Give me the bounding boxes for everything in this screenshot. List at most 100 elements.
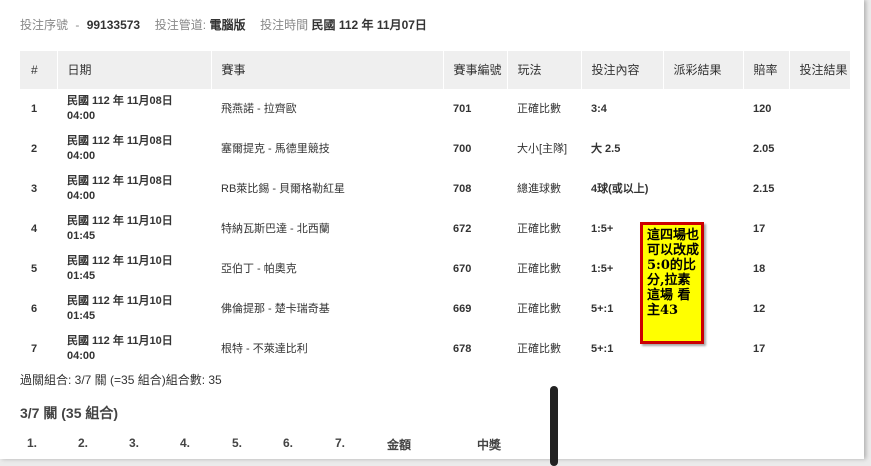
- row-number: 4: [31, 222, 38, 235]
- row-match-code: 678: [453, 342, 472, 355]
- yellow-annotation-note: 這四場也可以改成5:0的比分,拉素這場 看主43: [640, 222, 704, 344]
- scroll-drag-handle[interactable]: [550, 386, 558, 466]
- combo-col-2: 2.: [78, 436, 89, 450]
- row-match-code: 708: [453, 182, 472, 195]
- row-result: [789, 249, 850, 289]
- row-match-code: 700: [453, 142, 472, 155]
- combo-col-7: 7.: [335, 436, 346, 450]
- row-match: 特納瓦斯巴達 - 北西蘭: [221, 222, 330, 235]
- table-row: 2 民國 112 年 11月08日 04:00 塞爾提克 - 馬德里競技 700 …: [20, 129, 850, 169]
- serial-label: 投注序號: [20, 18, 69, 32]
- row-match: 佛倫提那 - 楚卡瑞奇基: [221, 302, 330, 315]
- parlay-summary: 過關組合: 3/7 關 (=35 組合)組合數: 35: [20, 373, 222, 387]
- row-date: 民國 112 年 11月10日 01:45: [57, 249, 211, 289]
- bet-time-value: 民國 112 年 11月07日: [311, 18, 427, 32]
- row-play-type: 正確比數: [517, 262, 561, 275]
- table-row: 1 民國 112 年 11月08日 04:00 飛燕諾 - 拉齊歐 701 正確比…: [20, 89, 850, 129]
- row-date-time: 01:45: [67, 230, 96, 242]
- table-row: 5 民國 112 年 11月10日 01:45 亞伯丁 - 帕奧克 670 正確比…: [20, 249, 850, 289]
- table-row: 6 民國 112 年 11月10日 01:45 佛倫提那 - 楚卡瑞奇基 669 …: [20, 289, 850, 329]
- row-date-time: 01:45: [67, 310, 96, 322]
- row-play-type: 正確比數: [517, 222, 561, 235]
- row-number: 5: [31, 262, 38, 275]
- col-header-result: 投注結果: [789, 51, 851, 89]
- row-result: [789, 289, 850, 329]
- row-number: 1: [31, 102, 38, 115]
- row-match: RB萊比錫 - 貝爾格勒紅星: [221, 182, 346, 195]
- row-payout: [663, 169, 743, 209]
- row-date-time: 04:00: [67, 190, 96, 202]
- row-number: 2: [31, 142, 38, 155]
- table-row: 7 民國 112 年 11月10日 04:00 根特 - 不萊達比利 678 正確…: [20, 329, 850, 369]
- col-header-odds: 賠率: [743, 51, 790, 89]
- row-date-time: 04:00: [67, 350, 96, 362]
- combo-col-4: 4.: [180, 436, 191, 450]
- row-date: 民國 112 年 11月08日 04:00: [57, 129, 211, 169]
- row-play-type: 正確比數: [517, 102, 561, 115]
- row-bet-content: 大 2.5: [591, 142, 621, 155]
- row-number: 3: [31, 182, 38, 195]
- row-odds: 18: [753, 262, 766, 275]
- row-result: [789, 169, 850, 209]
- row-match-code: 669: [453, 302, 472, 315]
- serial-value: 99133573: [86, 18, 141, 32]
- table-row: 3 民國 112 年 11月08日 04:00 RB萊比錫 - 貝爾格勒紅星 70…: [20, 169, 850, 209]
- row-date-time: 01:45: [67, 270, 96, 282]
- row-odds: 120: [753, 102, 772, 115]
- row-date-day: 民國 112 年 11月08日: [67, 135, 173, 147]
- combo-col-win: 中獎: [477, 438, 502, 452]
- channel-value: 電腦版: [209, 18, 246, 32]
- row-date-day: 民國 112 年 11月08日: [67, 95, 173, 107]
- row-odds: 17: [753, 222, 766, 235]
- row-result: [789, 129, 850, 169]
- row-date: 民國 112 年 11月10日 01:45: [57, 289, 211, 329]
- bet-meta-line: 投注序號 - 99133573 投注管道: 電腦版 投注時間 民國 112 年 …: [20, 16, 427, 33]
- row-match: 飛燕諾 - 拉齊歐: [221, 102, 297, 115]
- row-play-type: 總進球數: [517, 182, 561, 195]
- col-header-match: 賽事: [211, 51, 444, 89]
- row-date-day: 民國 112 年 11月08日: [67, 175, 173, 187]
- col-header-play-type: 玩法: [507, 51, 582, 89]
- channel-label: 投注管道:: [154, 18, 207, 32]
- serial-separator: -: [75, 18, 80, 32]
- row-date: 民國 112 年 11月10日 01:45: [57, 209, 211, 249]
- combo-header-row: 1. 2. 3. 4. 5. 6. 7. 金額 中獎: [0, 436, 864, 454]
- row-result: [789, 89, 850, 129]
- row-date-day: 民國 112 年 11月10日: [67, 215, 173, 227]
- row-number: 7: [31, 342, 38, 355]
- col-header-match-code: 賽事編號: [443, 51, 508, 89]
- combo-col-3: 3.: [129, 436, 140, 450]
- row-result: [789, 209, 850, 249]
- row-odds: 17: [753, 342, 766, 355]
- bet-time-label: 投注時間: [260, 18, 309, 32]
- col-header-bet-content: 投注內容: [581, 51, 664, 89]
- row-result: [789, 329, 850, 369]
- col-header-number: #: [20, 51, 58, 89]
- row-match: 亞伯丁 - 帕奧克: [221, 262, 297, 275]
- row-number: 6: [31, 302, 38, 315]
- bet-table: # 日期 賽事 賽事編號 玩法 投注內容 派彩結果 賠率 投注結果 1 民國 1…: [20, 51, 851, 369]
- row-match: 塞爾提克 - 馬德里競技: [221, 142, 330, 155]
- combo-col-6: 6.: [283, 436, 294, 450]
- row-date-day: 民國 112 年 11月10日: [67, 295, 173, 307]
- row-odds: 2.15: [753, 182, 775, 195]
- combo-col-5: 5.: [232, 436, 243, 450]
- row-date: 民國 112 年 11月08日 04:00: [57, 89, 211, 129]
- row-payout: [663, 89, 743, 129]
- combo-section-title: 3/7 關 (35 組合): [20, 405, 119, 421]
- row-play-type: 正確比數: [517, 302, 561, 315]
- combo-col-amount: 金額: [387, 438, 412, 452]
- row-bet-content: 4球(或以上): [591, 182, 649, 195]
- row-odds: 2.05: [753, 142, 775, 155]
- row-date-day: 民國 112 年 11月10日: [67, 335, 173, 347]
- table-header-row: # 日期 賽事 賽事編號 玩法 投注內容 派彩結果 賠率 投注結果: [20, 51, 851, 89]
- bet-detail-panel: 投注序號 - 99133573 投注管道: 電腦版 投注時間 民國 112 年 …: [0, 0, 864, 459]
- combo-col-1: 1.: [27, 436, 38, 450]
- col-header-payout: 派彩結果: [663, 51, 744, 89]
- row-match-code: 672: [453, 222, 472, 235]
- row-odds: 12: [753, 302, 766, 315]
- row-match: 根特 - 不萊達比利: [221, 342, 308, 355]
- row-date-time: 04:00: [67, 110, 96, 122]
- row-play-type: 正確比數: [517, 342, 561, 355]
- row-match-code: 670: [453, 262, 472, 275]
